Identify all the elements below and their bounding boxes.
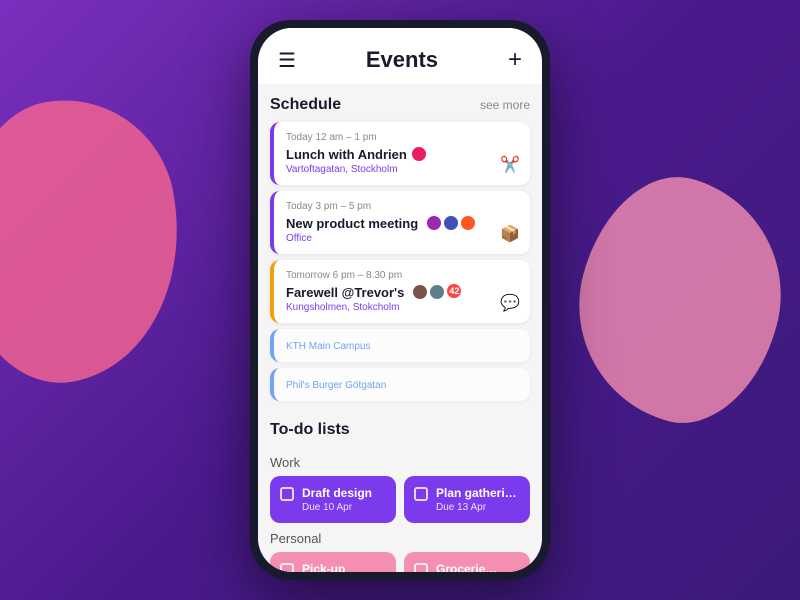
event-location-meeting: Office [286, 233, 518, 244]
avatar-t2 [429, 284, 445, 300]
todo-title: To-do lists [270, 421, 350, 439]
todo-section: To-do lists Work Draft design Due 10 Apr [270, 409, 530, 572]
bg-decoration-right [552, 158, 800, 442]
event-icon-scissors: ✂️ [500, 155, 520, 175]
event-icon-chat: 💬 [500, 293, 520, 313]
app-header: ☰ Events + [258, 28, 542, 84]
todo-label-plan: Plan gatheri… [436, 486, 517, 500]
avatar-1 [426, 215, 442, 231]
event-card-partial-1: KTH Main Campus [270, 329, 530, 362]
event-location-farewell: Kungsholmen, Stokcholm [286, 302, 518, 313]
event-title-farewell: Farewell @Trevor's 42 [286, 284, 518, 300]
event-title-meeting: New product meeting [286, 215, 518, 231]
todo-card-pickup[interactable]: Pick-up delivery Due 11 Apr [270, 552, 396, 572]
farewell-avatars: 42 [412, 284, 461, 300]
todo-checkbox-plan[interactable] [414, 487, 428, 501]
todo-checkbox-draft[interactable] [280, 487, 294, 501]
todo-info-pickup: Pick-up delivery Due 11 Apr [302, 562, 386, 572]
todo-label-pickup: Pick-up delivery [302, 562, 386, 572]
see-more-link[interactable]: see more [480, 98, 530, 112]
todo-category-work: Work [270, 455, 530, 470]
schedule-section-header: Schedule see more [270, 84, 530, 122]
todo-info-grocery: Grocerie… Due 13 Apr [436, 562, 497, 572]
todo-info-draft: Draft design Due 10 Apr [302, 486, 372, 513]
todo-category-personal: Personal [270, 531, 530, 546]
avatar-2 [443, 215, 459, 231]
event-time-farewell: Tomorrow 6 pm – 8.30 pm [286, 270, 518, 281]
event-icon-package: 📦 [500, 224, 520, 244]
event-card-meeting[interactable]: Today 3 pm – 5 pm New product meeting Of… [270, 191, 530, 254]
menu-icon[interactable]: ☰ [278, 48, 296, 73]
todo-section-header: To-do lists [270, 409, 530, 447]
schedule-title: Schedule [270, 96, 341, 114]
avatar-andrien [411, 146, 427, 162]
phone-screen: ☰ Events + Schedule see more Today 12 am… [258, 28, 542, 572]
bg-decoration-left [0, 83, 203, 397]
todo-card-draft[interactable]: Draft design Due 10 Apr [270, 476, 396, 523]
todo-due-plan: Due 13 Apr [436, 502, 517, 513]
partial-location-1: KTH Main Campus [286, 341, 518, 352]
event-card-lunch[interactable]: Today 12 am – 1 pm Lunch with Andrien Va… [270, 122, 530, 185]
partial-location-2: Phil's Burger Götgatan [286, 380, 518, 391]
avatar-t1 [412, 284, 428, 300]
todo-card-plan[interactable]: Plan gatheri… Due 13 Apr [404, 476, 530, 523]
avatar-3 [460, 215, 476, 231]
todo-label-grocery: Grocerie… [436, 562, 497, 572]
phone-frame: ☰ Events + Schedule see more Today 12 am… [250, 20, 550, 580]
add-event-button[interactable]: + [508, 46, 522, 74]
event-title-lunch: Lunch with Andrien [286, 146, 518, 162]
avatar-count: 42 [447, 284, 461, 298]
meeting-avatars [426, 215, 476, 231]
event-location-lunch: Vartoftagatan, Stockholm [286, 164, 518, 175]
main-scroll-area[interactable]: Schedule see more Today 12 am – 1 pm Lun… [258, 84, 542, 572]
app-title: Events [366, 47, 438, 73]
todo-due-draft: Due 10 Apr [302, 502, 372, 513]
event-card-farewell[interactable]: Tomorrow 6 pm – 8.30 pm Farewell @Trevor… [270, 260, 530, 323]
event-card-partial-2: Phil's Burger Götgatan [270, 368, 530, 401]
todo-checkbox-pickup[interactable] [280, 563, 294, 572]
todo-card-grocery[interactable]: Grocerie… Due 13 Apr [404, 552, 530, 572]
todo-info-plan: Plan gatheri… Due 13 Apr [436, 486, 517, 513]
todo-label-draft: Draft design [302, 486, 372, 500]
todo-work-row: Draft design Due 10 Apr Plan gatheri… Du… [270, 476, 530, 523]
todo-personal-row: Pick-up delivery Due 11 Apr Grocerie… Du… [270, 552, 530, 572]
todo-checkbox-grocery[interactable] [414, 563, 428, 572]
event-time-meeting: Today 3 pm – 5 pm [286, 201, 518, 212]
event-time-lunch: Today 12 am – 1 pm [286, 132, 518, 143]
